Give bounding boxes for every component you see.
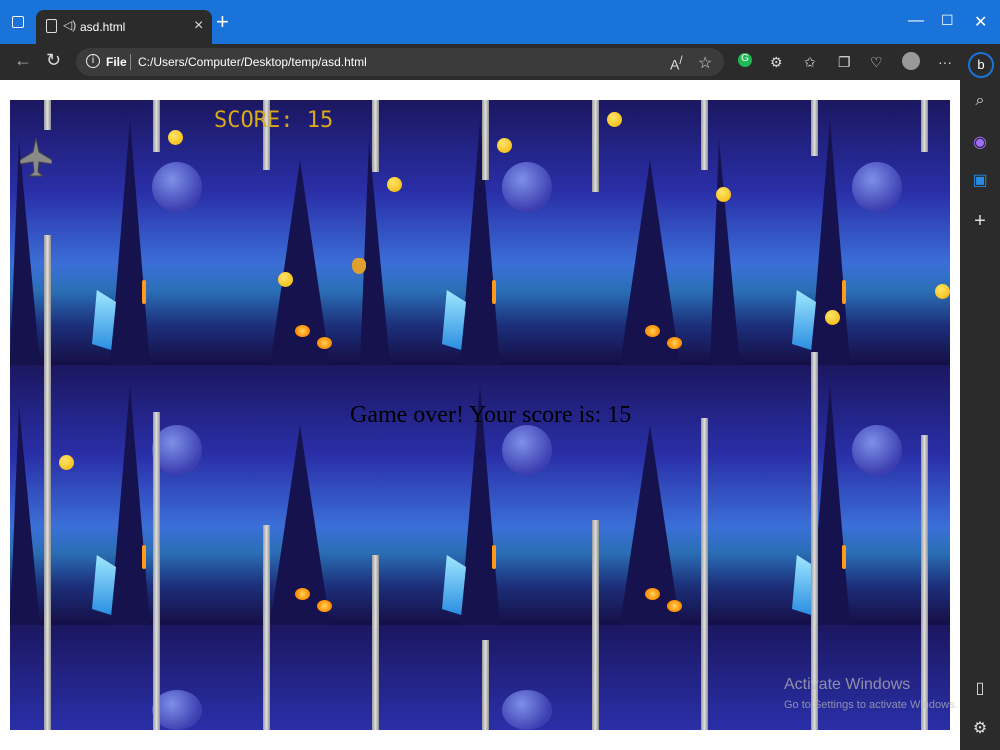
planet [152,162,202,212]
browser-toolbar: ← ↻ i File C:/Users/Computer/Desktop/tem… [0,44,960,80]
activate-windows-title: Activate Windows [784,676,911,693]
fire-orb [667,337,682,349]
fire-orb [317,600,332,612]
planet [502,425,552,475]
activate-windows-subtitle: Go to Settings to activate Windows. [784,699,958,711]
pillar-bottom [921,435,928,730]
new-tab-button[interactable]: + [216,9,229,35]
more-menu-icon[interactable]: ··· [938,54,952,70]
pillar-bottom [592,520,599,730]
close-tab-icon[interactable]: × [194,17,203,35]
favorites-icon[interactable]: ✩ [804,54,816,71]
player-jet [20,138,52,177]
pillar-bottom [701,418,708,730]
read-aloud-icon[interactable]: A/ [670,54,683,73]
lava-crack [492,280,496,304]
address-file-label: File [106,55,127,69]
lava-crack [142,545,146,569]
add-icon[interactable]: + [970,210,990,232]
fire-orb [667,600,682,612]
coin [935,284,950,299]
search-icon[interactable]: ⌕ [970,92,990,112]
address-divider [130,54,131,70]
coin [607,112,622,127]
pillar-top [701,100,708,170]
coin [387,177,402,192]
pillar-bottom [263,525,270,730]
pillar-bottom [44,235,51,730]
sidebar-toggle-icon[interactable]: ▯ [970,678,990,698]
outlook-icon[interactable]: ▣ [970,170,990,190]
info-icon[interactable]: i [86,54,100,68]
minimize-icon[interactable]: — [908,12,924,30]
pillar-top [372,100,379,172]
pillar-top [482,100,489,180]
lava-crack [842,545,846,569]
refresh-icon[interactable]: ↻ [46,50,61,71]
copilot-icon[interactable]: ◉ [970,132,990,152]
maximize-icon[interactable]: ☐ [941,12,954,29]
pillar-top [44,100,51,130]
fire-orb [645,588,660,600]
coin [825,310,840,325]
lava-crack [142,280,146,304]
profile-avatar[interactable] [902,52,920,70]
close-window-icon[interactable]: ✕ [974,12,987,32]
lava-crack [842,280,846,304]
coin [278,272,293,287]
speaker-icon[interactable]: ◁) [63,18,76,32]
score-display: SCORE: 15 [214,108,334,133]
pillar-top [592,100,599,192]
coin [716,187,731,202]
bing-icon[interactable]: b [968,52,994,78]
fire-orb [295,588,310,600]
pillar-bottom [482,640,489,730]
pillar-top [153,100,160,152]
pillar-top [811,100,818,156]
favorite-star-icon[interactable]: ☆ [698,53,712,73]
tab-actions-icon[interactable] [12,16,24,28]
grammarly-icon[interactable]: G [738,53,752,67]
extensions-icon[interactable]: ⚙ [770,54,783,71]
tab-title: asd.html [80,20,126,34]
coin [59,455,74,470]
document-icon [46,19,57,33]
pillar-bottom [372,555,379,730]
fire-orb [317,337,332,349]
pillar-top [921,100,928,152]
treasure-bag [352,258,366,274]
planet [502,162,552,212]
back-arrow-icon[interactable]: ← [14,50,32,71]
fire-orb [295,325,310,337]
fire-orb [645,325,660,337]
planet [502,690,552,730]
address-bar[interactable]: i File C:/Users/Computer/Desktop/temp/as… [76,48,724,76]
browser-tab[interactable]: ◁) asd.html × [36,10,212,44]
pillar-bottom [153,412,160,730]
health-icon[interactable]: ♡ [870,54,883,71]
title-bar: ◁) asd.html × + — ☐ ✕ [0,0,1000,44]
coin [168,130,183,145]
game-over-message: Game over! Your score is: 15 [350,402,632,428]
planet [852,425,902,475]
collections-icon[interactable]: ❐ [838,54,851,71]
address-url[interactable]: C:/Users/Computer/Desktop/temp/asd.html [138,55,367,69]
edge-sidebar: b ⌕ ◉ ▣ + ▯ ⚙ [960,44,1000,750]
settings-icon[interactable]: ⚙ [970,718,990,738]
coin [497,138,512,153]
planet [852,162,902,212]
pillar-bottom [811,352,818,730]
lava-crack [492,545,496,569]
